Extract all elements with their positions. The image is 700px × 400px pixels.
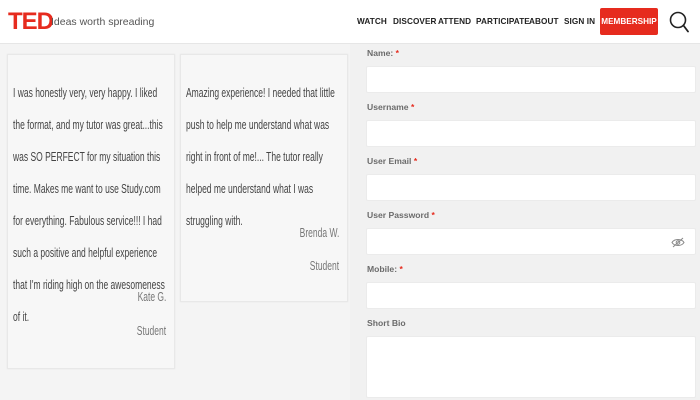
site-header: TED Ideas worth spreading WATCH DISCOVER… [0,0,700,44]
testimonial-role: Student [309,259,339,273]
short-bio-label: Short Bio [367,318,406,328]
testimonial-author: Brenda W. [299,226,339,240]
mobile-input[interactable] [366,282,696,309]
testimonial-role: Student [136,324,166,338]
password-input[interactable] [366,228,696,255]
nav-about[interactable]: ABOUT [529,17,559,26]
membership-button[interactable]: MEMBERSHIP [600,8,658,35]
name-input[interactable] [366,66,696,93]
testimonial-card: I was honestly very, very happy. I liked… [7,54,175,369]
email-label: User Email * [367,156,418,166]
username-input[interactable] [366,120,696,147]
eye-slash-icon[interactable] [671,237,685,248]
nav-attend[interactable]: ATTEND [438,17,471,26]
nav-participate[interactable]: PARTICIPATE [476,17,530,26]
short-bio-textarea[interactable] [366,336,696,398]
signup-form: Name: * Username * User Email * User Pas… [350,44,700,400]
main-nav: WATCH DISCOVER ATTEND PARTICIPATE ABOUT … [0,17,700,29]
testimonial-author: Kate G. [137,290,166,304]
testimonials-section: I was honestly very, very happy. I liked… [0,44,350,400]
mobile-label: Mobile: * [367,264,403,274]
name-label: Name: * [367,48,400,58]
nav-sign-in[interactable]: SIGN IN [564,17,595,26]
username-label: Username * [367,102,415,112]
password-label: User Password * [367,210,435,220]
nav-discover[interactable]: DISCOVER [393,17,437,26]
search-icon[interactable] [669,11,689,33]
nav-watch[interactable]: WATCH [357,17,387,26]
email-input[interactable] [366,174,696,201]
testimonial-card: Amazing experience! I needed that little… [180,54,348,302]
testimonial-quote: Amazing experience! I needed that little… [186,86,335,228]
